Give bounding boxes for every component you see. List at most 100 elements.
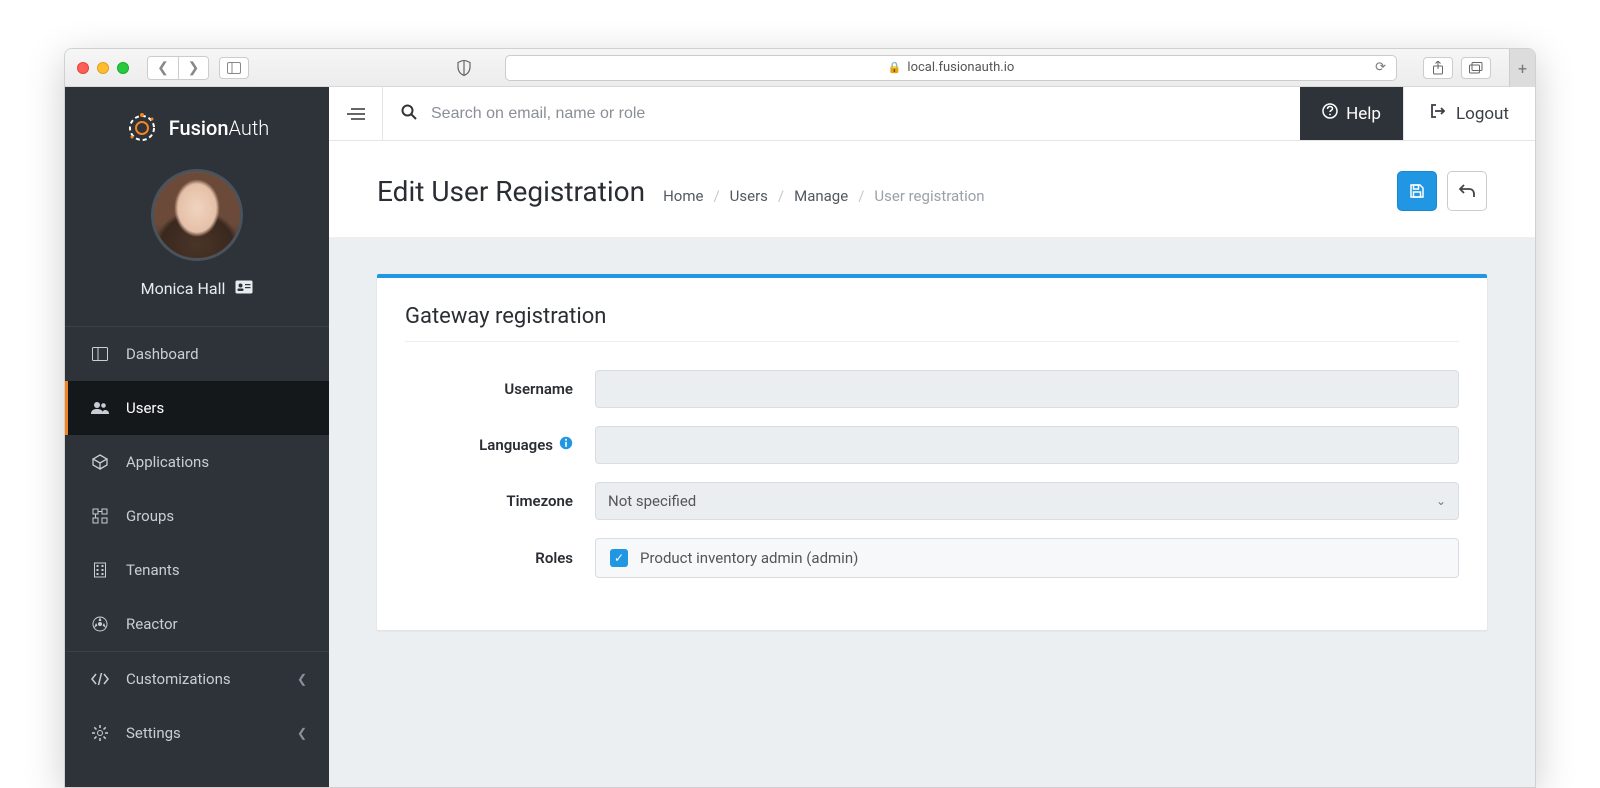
lock-icon: 🔒	[888, 61, 902, 74]
breadcrumb-sep: /	[778, 187, 784, 205]
sidebar-item-label: Settings	[126, 724, 181, 742]
window-minimize-icon[interactable]	[97, 62, 109, 74]
panel-title: Gateway registration	[405, 304, 1459, 342]
role-label: Product inventory admin (admin)	[640, 549, 858, 567]
chevron-down-icon: ⌄	[1436, 494, 1446, 508]
tabs-icon	[1469, 62, 1483, 74]
sidebar-item-label: Reactor	[126, 615, 178, 633]
id-card-icon[interactable]	[235, 279, 253, 298]
sidebar-username: Monica Hall	[141, 279, 254, 298]
label-roles: Roles	[405, 549, 595, 567]
menu-icon	[347, 107, 365, 121]
sidebar-header: FusionAuth	[65, 87, 329, 161]
content: Gateway registration Username Languages	[329, 238, 1535, 787]
sidebar-item-reactor[interactable]: Reactor	[65, 597, 329, 651]
languages-input[interactable]	[595, 426, 1459, 464]
topbar: Help Logout	[329, 87, 1535, 141]
logout-icon	[1430, 103, 1446, 124]
logo[interactable]: FusionAuth	[125, 111, 270, 145]
url-text: local.fusionauth.io	[907, 60, 1014, 75]
share-button[interactable]	[1423, 57, 1453, 79]
breadcrumb-current: User registration	[874, 187, 984, 205]
help-button[interactable]: Help	[1300, 87, 1403, 140]
sidebar-item-applications[interactable]: Applications	[65, 435, 329, 489]
sidebar-username-text: Monica Hall	[141, 279, 226, 298]
browser-sidebar-button[interactable]	[219, 57, 249, 79]
app-root: FusionAuth Monica Hall D	[65, 87, 1535, 787]
main: Help Logout Edit User Registration Home …	[329, 87, 1535, 787]
page-title: Edit User Registration	[377, 175, 645, 208]
sidebar-item-label: Groups	[126, 507, 174, 525]
logo-text: FusionAuth	[169, 116, 270, 140]
username-input[interactable]	[595, 370, 1459, 408]
sidebar-item-settings[interactable]: Settings ❮	[65, 706, 329, 760]
tenants-icon	[90, 562, 110, 578]
reactor-icon	[90, 616, 110, 632]
save-button[interactable]	[1397, 171, 1437, 211]
page-header: Edit User Registration Home / Users / Ma…	[329, 141, 1535, 238]
sidebar-item-label: Tenants	[126, 561, 180, 579]
panel-icon	[227, 62, 241, 74]
breadcrumb-users[interactable]: Users	[730, 187, 768, 205]
sidebar-nav: Dashboard Users Applications	[65, 326, 329, 760]
chevron-left-icon: ❮	[297, 672, 307, 686]
shield-icon	[457, 60, 471, 76]
avatar[interactable]	[151, 169, 243, 261]
form-row-languages: Languages	[405, 426, 1459, 464]
browser-window: ❮ ❯ 🔒 local.fusionauth.io ⟳ +	[64, 48, 1536, 788]
role-checkbox[interactable]: ✓	[610, 549, 628, 567]
window-close-icon[interactable]	[77, 62, 89, 74]
label-username: Username	[405, 380, 595, 398]
browser-back-button[interactable]: ❮	[148, 57, 178, 79]
sidebar-item-label: Dashboard	[126, 345, 199, 363]
sidebar-item-label: Users	[126, 399, 164, 417]
logout-button[interactable]: Logout	[1403, 87, 1535, 140]
breadcrumb-home[interactable]: Home	[663, 187, 703, 205]
search-input[interactable]	[431, 105, 1282, 123]
search-icon	[401, 104, 417, 124]
share-icon	[1432, 61, 1444, 75]
info-icon[interactable]	[559, 436, 573, 454]
breadcrumb-manage[interactable]: Manage	[794, 187, 848, 205]
window-maximize-icon[interactable]	[117, 62, 129, 74]
breadcrumb-sep: /	[858, 187, 864, 205]
traffic-lights	[77, 62, 129, 74]
browser-url-bar[interactable]: 🔒 local.fusionauth.io ⟳	[505, 55, 1397, 81]
new-tab-button[interactable]: +	[1509, 49, 1535, 87]
sidebar-item-customizations[interactable]: Customizations ❮	[65, 651, 329, 706]
dashboard-icon	[90, 347, 110, 361]
breadcrumb-sep: /	[713, 187, 719, 205]
tabs-button[interactable]	[1461, 57, 1491, 79]
breadcrumb: Home / Users / Manage / User registratio…	[663, 187, 985, 205]
sidebar-item-tenants[interactable]: Tenants	[65, 543, 329, 597]
sidebar-item-users[interactable]: Users	[65, 381, 329, 435]
browser-forward-button[interactable]: ❯	[178, 57, 208, 79]
form-row-timezone: Timezone Not specified ⌄	[405, 482, 1459, 520]
search-wrap	[383, 87, 1300, 140]
save-icon	[1409, 183, 1425, 199]
panel-gateway-registration: Gateway registration Username Languages	[377, 274, 1487, 630]
help-icon	[1322, 103, 1338, 124]
logo-mark-icon	[125, 111, 159, 145]
reload-icon[interactable]: ⟳	[1375, 60, 1386, 75]
header-actions	[1397, 171, 1487, 211]
users-icon	[90, 401, 110, 415]
page-title-wrap: Edit User Registration Home / Users / Ma…	[377, 175, 985, 208]
undo-icon	[1459, 184, 1475, 198]
label-languages: Languages	[405, 436, 595, 454]
sidebar-item-label: Applications	[126, 453, 209, 471]
sidebar-item-groups[interactable]: Groups	[65, 489, 329, 543]
browser-toolbar: ❮ ❯ 🔒 local.fusionauth.io ⟳ +	[65, 49, 1535, 87]
form-row-roles: Roles ✓ Product inventory admin (admin)	[405, 538, 1459, 578]
privacy-shield-button[interactable]	[449, 57, 479, 79]
sidebar-item-dashboard[interactable]: Dashboard	[65, 327, 329, 381]
help-label: Help	[1346, 104, 1381, 124]
applications-icon	[90, 454, 110, 470]
roles-box: ✓ Product inventory admin (admin)	[595, 538, 1459, 578]
settings-icon	[90, 725, 110, 741]
back-button[interactable]	[1447, 171, 1487, 211]
toggle-sidebar-button[interactable]	[329, 87, 383, 140]
browser-right-buttons	[1423, 57, 1491, 79]
timezone-select[interactable]: Not specified ⌄	[595, 482, 1459, 520]
sidebar-item-label: Customizations	[126, 670, 231, 688]
